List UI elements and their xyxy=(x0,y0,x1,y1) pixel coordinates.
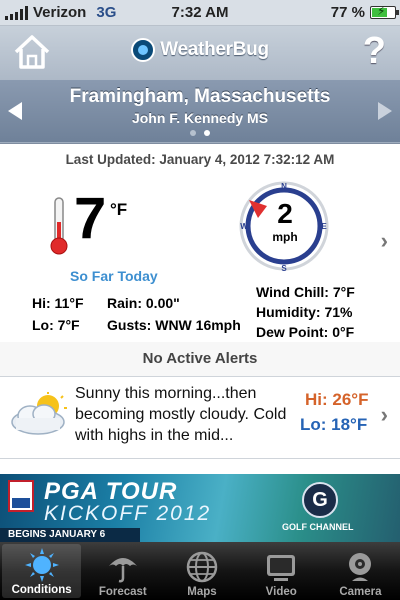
network-type: 3G xyxy=(96,4,117,21)
golf-channel-logo-icon: G xyxy=(302,482,338,518)
dew-point: Dew Point: 0°F xyxy=(256,324,355,340)
tab-camera[interactable]: Camera xyxy=(321,542,400,600)
divider xyxy=(0,376,400,377)
tab-video[interactable]: Video xyxy=(242,542,321,600)
compass-south-label: S xyxy=(281,264,287,273)
wind-speed: 2 xyxy=(277,198,293,229)
page-dot xyxy=(190,130,196,136)
temperature-unit: °F xyxy=(110,200,128,219)
thermometer-icon xyxy=(50,197,68,255)
station-name: John F. Kennedy MS xyxy=(131,110,269,126)
pga-tour-logo-icon xyxy=(8,480,34,512)
tab-label: Camera xyxy=(339,586,382,598)
status-bar: Verizon 3G 7:32 AM 77 % ⚡ xyxy=(0,0,400,26)
battery-icon: ⚡ xyxy=(370,4,399,19)
ad-banner[interactable]: PGA TOUR KICKOFF 2012 G GOLF CHANNEL BEG… xyxy=(0,474,400,542)
compass-north-label: N xyxy=(281,182,287,191)
partly-cloudy-icon xyxy=(11,392,67,435)
next-location-arrow-icon[interactable] xyxy=(378,102,392,120)
tab-bar: Conditions Forecast Maps Video Camera xyxy=(0,542,400,600)
divider xyxy=(0,458,400,459)
sun-icon xyxy=(24,548,59,582)
umbrella-icon xyxy=(108,558,137,583)
compass-east-label: E xyxy=(321,222,327,231)
location-selector[interactable]: Framingham, Massachusetts John F. Kenned… xyxy=(0,80,400,142)
so-far-today-label: So Far Today xyxy=(70,268,158,284)
rain-total: Rain: 0.00" xyxy=(107,295,180,311)
battery-percent: 77 % xyxy=(330,4,365,21)
webcam-icon xyxy=(349,553,372,581)
today-low: Lo: 7°F xyxy=(32,317,80,333)
alerts-banner[interactable]: No Active Alerts xyxy=(0,342,400,376)
weatherbug-logo-icon xyxy=(131,38,156,62)
tab-label: Maps xyxy=(187,586,217,598)
globe-icon xyxy=(186,551,218,583)
page-dot-active xyxy=(204,130,210,136)
ad-subtitle: KICKOFF 2012 xyxy=(44,502,212,525)
location-name: Framingham, Massachusetts xyxy=(69,86,331,107)
wind-chill: Wind Chill: 7°F xyxy=(256,284,355,300)
wind-speed-unit: mph xyxy=(272,230,298,244)
tab-label: Video xyxy=(265,586,297,598)
carrier-name: Verizon xyxy=(33,4,87,21)
tab-conditions[interactable]: Conditions xyxy=(2,544,82,598)
forecast-summary[interactable]: Sunny this morning...then becoming mostl… xyxy=(75,383,295,446)
humidity: Humidity: 71% xyxy=(256,304,353,320)
compass-west-label: W xyxy=(240,222,248,231)
signal-strength-icon xyxy=(5,5,28,20)
forecast-details-chevron-icon[interactable]: › xyxy=(381,402,388,428)
app-logo: WeatherBug xyxy=(0,38,400,62)
tab-maps[interactable]: Maps xyxy=(162,542,241,600)
help-button[interactable]: ? xyxy=(363,30,386,73)
app-name: WeatherBug xyxy=(160,39,269,60)
app-header: WeatherBug ? Framingham, Massachusetts J… xyxy=(0,26,400,144)
page-indicator xyxy=(0,130,400,136)
tab-label: Conditions xyxy=(11,584,72,596)
forecast-low: Lo: 18°F xyxy=(300,415,368,434)
tv-icon xyxy=(267,555,296,581)
wind-gusts: Gusts: WNW 16mph xyxy=(107,317,241,333)
tab-forecast[interactable]: Forecast xyxy=(83,542,162,600)
last-updated: Last Updated: January 4, 2012 7:32:12 AM xyxy=(65,152,335,167)
forecast-high: Hi: 26°F xyxy=(305,390,369,409)
today-high: Hi: 11°F xyxy=(32,295,84,311)
conditions-details-chevron-icon[interactable]: › xyxy=(381,228,388,254)
ad-date: BEGINS JANUARY 6 xyxy=(0,528,140,542)
ad-channel: GOLF CHANNEL xyxy=(282,522,354,532)
tab-label: Forecast xyxy=(98,586,147,598)
current-temperature: 7 xyxy=(74,186,107,251)
